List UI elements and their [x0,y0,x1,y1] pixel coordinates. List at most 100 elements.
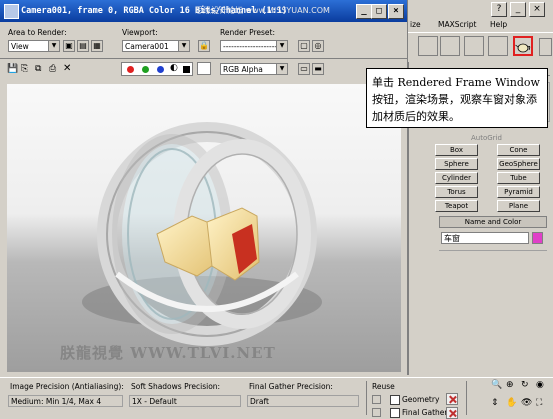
render-setup-icon[interactable]: ▢ [298,40,310,52]
object-button[interactable]: Cone [497,144,540,156]
image-precision-label: Image Precision (Antialiasing): [10,382,124,391]
object-button[interactable]: Pyramid [497,186,540,198]
object-button[interactable]: GeoSphere [497,158,540,170]
final-gather-field[interactable]: Draft [247,395,359,407]
soft-shadows-label: Soft Shadows Precision: [131,382,221,391]
window-titlebar[interactable]: Camera001, frame 0, RGBA Color 16 Bits/C… [0,0,407,22]
lock-geometry-icon[interactable] [372,395,381,404]
object-button[interactable]: Box [435,144,478,156]
max-window-controls: ? _ × [488,0,553,18]
object-button[interactable]: Cylinder [435,172,478,184]
toggle-ui-icon[interactable]: ▭ [298,63,310,75]
panel-empty-area [439,250,547,371]
save-image-icon[interactable]: 💾 [7,64,18,74]
display-channel-value: RGB Alpha [223,65,263,74]
viewport-label: Viewport: [122,28,158,37]
walk-icon[interactable]: 👁 [521,398,532,408]
orbit-icon[interactable]: ↻ [521,380,529,390]
reuse-label: Reuse [372,382,395,391]
object-name-value: 车窗 [444,234,460,243]
soft-shadows-value: 1X - Default [132,397,177,406]
green-channel-toggle[interactable] [142,66,149,73]
pan-icon[interactable]: ✋ [506,398,517,408]
area-to-render-label: Area to Render: [8,28,67,37]
object-button[interactable]: Torus [435,186,478,198]
lock-icon[interactable]: 🔒 [198,40,210,52]
region-select-icon[interactable]: ▦ [91,40,103,52]
image-precision-field[interactable]: Medium: Min 1/4, Max 4 [8,395,123,407]
render-setup-icon[interactable] [464,36,484,56]
object-type-grid: Box Cone Sphere GeoSphere Cylinder Tube … [435,144,547,214]
image-precision-value: Medium: Min 1/4, Max 4 [11,397,102,406]
render-preset-label: Render Preset: [220,28,275,37]
object-button[interactable]: Teapot [435,200,478,212]
object-color-swatch[interactable] [532,232,543,244]
main-toolbar [408,32,553,61]
chevron-down-icon: ▼ [276,41,287,51]
object-button[interactable]: Tube [497,172,540,184]
maximize-viewport-icon[interactable]: ⛶ [536,398,542,408]
field-of-view-icon[interactable]: ◉ [536,380,544,390]
object-button[interactable]: Plane [497,200,540,212]
rendered-frame-window-icon[interactable] [513,36,533,56]
render-canvas [7,84,401,372]
zoom-all-icon[interactable]: ⊕ [506,380,514,390]
name-and-color-rollout[interactable]: Name and Color [439,216,547,228]
quick-render-icon[interactable] [539,38,552,56]
divider [0,58,407,59]
tutorial-callout: 单击 Rendered Frame Window 按钮，渲染场景，观察车窗对象添… [366,68,548,128]
geometry-checkbox[interactable] [390,395,400,405]
geometry-label: Geometry [402,395,440,404]
chevron-down-icon: ▼ [276,64,287,74]
final-gather-label: Final Gather Precision: [249,382,333,391]
render-preset-value: -------------------- [223,42,278,51]
max-menu-bar: ize MAXScript Help [408,18,553,32]
rendered-frame-window: Camera001, frame 0, RGBA Color 16 Bits/C… [0,0,408,375]
app-icon [4,4,19,19]
menu-item-help[interactable]: Help [490,20,507,29]
color-swatch[interactable] [197,62,211,75]
schematic-view-icon[interactable] [418,36,438,56]
menu-item-maxscript[interactable]: MAXScript [438,20,477,29]
red-channel-toggle[interactable] [127,66,134,73]
area-to-render-dropdown[interactable]: View ▼ [8,40,60,52]
clear-geometry-icon[interactable] [446,393,458,405]
object-name-field[interactable]: 车窗 [441,232,529,244]
render-preset-dropdown[interactable]: -------------------- ▼ [220,40,288,52]
soft-shadows-field[interactable]: 1X - Default [129,395,241,407]
minimize-button[interactable]: _ [356,4,372,19]
viewport-dropdown[interactable]: Camera001 ▼ [122,40,190,52]
material-editor-icon[interactable] [440,36,460,56]
help-button[interactable]: ? [491,2,507,17]
final-gather-checkbox[interactable] [390,408,400,418]
alpha-channel-icon[interactable]: ◐ [170,63,178,73]
render-settings-strip: Image Precision (Antialiasing): Medium: … [0,377,553,419]
chevron-down-icon: ▼ [178,41,189,51]
clone-window-icon[interactable]: ⧉ [35,64,41,74]
mono-icon[interactable] [183,66,190,73]
menu-item-customize[interactable]: ize [410,20,421,29]
print-icon[interactable]: ⎙ [49,64,56,74]
separator [366,381,367,415]
render-production-icon[interactable] [488,36,508,56]
copy-image-icon[interactable]: ⎘ [21,64,28,74]
display-channel-dropdown[interactable]: RGB Alpha ▼ [220,63,288,75]
auto-region-icon[interactable]: ▤ [77,40,89,52]
max-minimize-button[interactable]: _ [510,2,526,17]
autogrid-label[interactable]: AutoGrid [471,134,502,142]
clear-icon[interactable]: ✕ [63,63,71,74]
zoom-icon[interactable]: 🔍 [491,380,502,390]
separator [466,381,467,415]
maximize-button[interactable]: □ [371,4,387,19]
toggle-overlay-icon[interactable]: ▬ [312,63,324,75]
overlay-text: 思缘设计论坛 www.MISSYUAN.COM [195,6,330,15]
object-button[interactable]: Sphere [435,158,478,170]
dolly-icon[interactable]: ⇕ [491,398,499,408]
blue-channel-toggle[interactable] [157,66,164,73]
edit-region-icon[interactable]: ▣ [63,40,75,52]
close-button[interactable]: × [388,4,404,19]
environment-icon[interactable]: ◎ [312,40,324,52]
teapot-icon [515,43,531,53]
max-close-button[interactable]: × [529,2,545,17]
clear-final-gather-icon[interactable] [446,407,458,419]
